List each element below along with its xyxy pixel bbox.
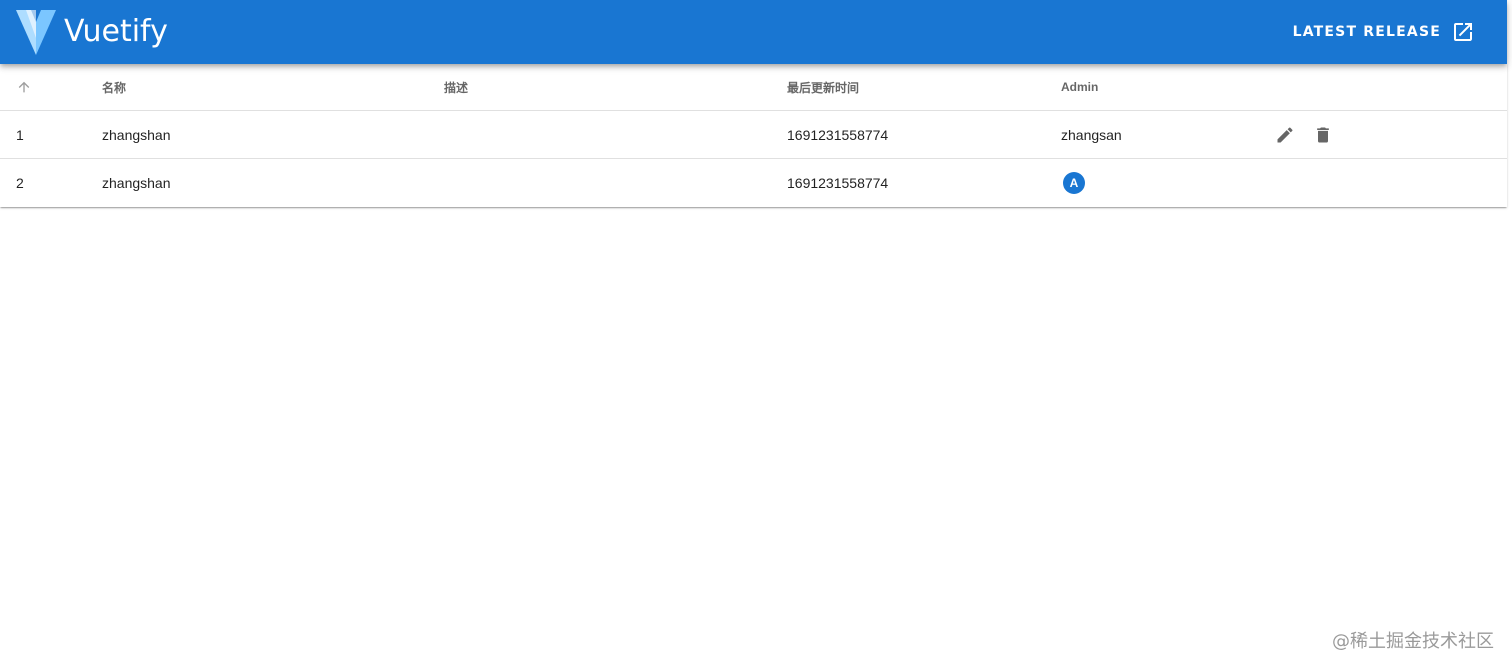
row-actions [1273,111,1335,158]
header-updated-time[interactable]: 最后更新时间 [787,64,859,110]
row-updated-time: 1691231558774 [787,126,889,143]
header-admin[interactable]: Admin [1061,64,1098,110]
vuetify-logo-icon[interactable] [16,10,56,55]
latest-release-button[interactable]: LATEST RELEASE [1293,14,1475,50]
watermark: @稀土掘金技术社区 [1332,631,1494,652]
admin-avatar[interactable]: A [1063,172,1085,194]
sort-header[interactable] [16,64,32,110]
header-description[interactable]: 描述 [444,64,468,110]
row-id: 1 [16,126,24,143]
row-name: zhangshan [102,126,171,143]
delete-button[interactable] [1311,123,1335,147]
pencil-icon [1277,126,1293,142]
table-header-row: 名称 描述 最后更新时间 Admin [0,64,1507,111]
data-table: 名称 描述 最后更新时间 Admin 1 zhangshan 169123155… [0,64,1507,207]
open-in-new-icon [1454,23,1472,41]
row-admin: A [1061,159,1085,207]
latest-release-label: LATEST RELEASE [1292,24,1441,40]
edit-button[interactable] [1273,123,1297,147]
table-row: 1 zhangshan 1691231558774 zhangsan [0,111,1507,159]
arrow-up-icon [18,81,30,93]
row-id: 2 [16,175,24,191]
row-admin: zhangsan [1061,126,1122,143]
header-name[interactable]: 名称 [102,64,126,110]
delete-icon [1317,127,1329,142]
app-bar: Vuetify LATEST RELEASE [0,0,1507,64]
row-name: zhangshan [102,175,171,191]
row-updated-time: 1691231558774 [787,175,889,191]
app-title[interactable]: Vuetify [64,12,168,52]
table-row: 2 zhangshan 1691231558774 A [0,159,1507,207]
